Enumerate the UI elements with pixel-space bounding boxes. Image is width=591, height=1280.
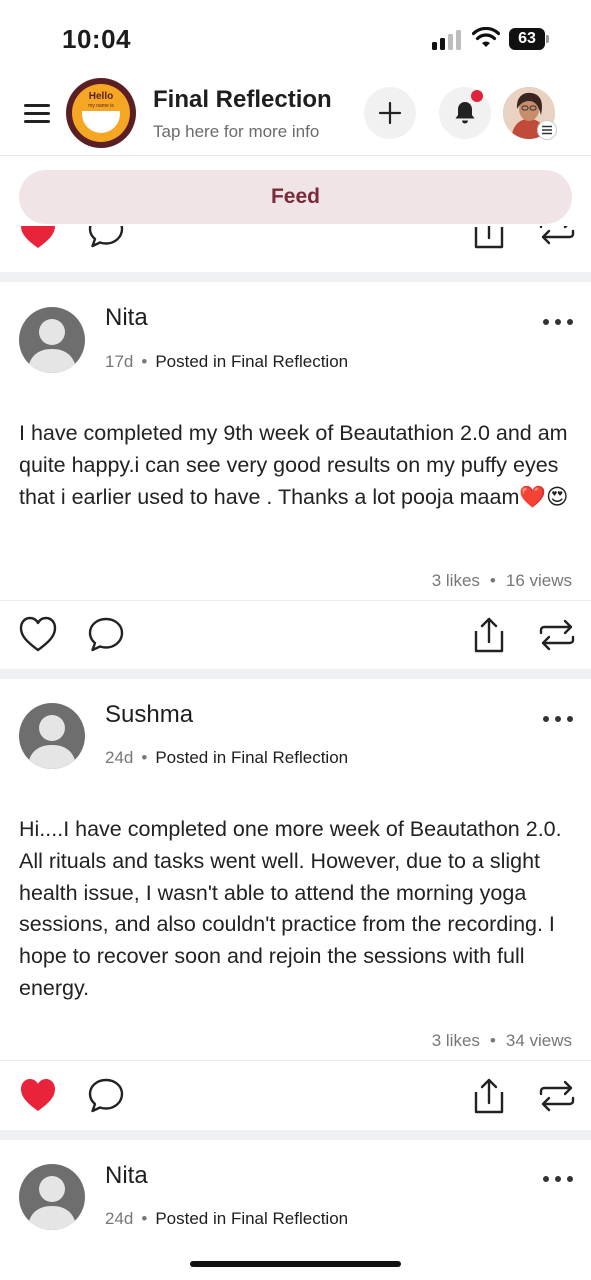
posted-in-label: Posted in xyxy=(155,1209,231,1228)
author-avatar[interactable] xyxy=(19,307,85,373)
post-stats: 3 likes • 34 views xyxy=(432,1031,572,1051)
more-options-icon[interactable] xyxy=(541,319,575,329)
post-separator xyxy=(0,669,591,679)
share-icon[interactable] xyxy=(470,1077,508,1115)
default-user-icon xyxy=(27,1176,77,1230)
author-name[interactable]: Sushma xyxy=(105,701,193,729)
plus-icon xyxy=(378,101,402,125)
profile-menu-icon[interactable] xyxy=(537,120,557,140)
post-card[interactable]: Nita 17d • Posted in Final Reflection I ha… xyxy=(0,282,591,669)
posted-in-label: Posted in xyxy=(155,748,231,767)
comment-icon[interactable] xyxy=(87,1077,125,1115)
likes-count[interactable]: 3 likes xyxy=(432,1031,480,1050)
divider xyxy=(0,600,591,601)
add-post-button[interactable] xyxy=(364,87,416,139)
group-logo-badge: Hello my name is xyxy=(72,84,130,142)
post-stats: 3 likes • 16 views xyxy=(432,571,572,591)
group-header[interactable]: Hello my name is Final Reflection Tap he… xyxy=(0,78,591,156)
author-name[interactable]: Nita xyxy=(105,1162,148,1190)
space-link[interactable]: Final Reflection xyxy=(231,352,348,371)
heart-filled-icon[interactable] xyxy=(19,1077,57,1115)
repost-icon[interactable] xyxy=(538,226,576,248)
logo-subtext: my name is xyxy=(88,103,114,109)
divider xyxy=(0,1060,591,1061)
stats-separator: • xyxy=(489,1031,496,1050)
post-age: 24d xyxy=(105,1209,134,1228)
default-user-icon xyxy=(27,715,77,769)
post-body: Hi....I have completed one more week of … xyxy=(19,817,562,1000)
post-meta: 17d • Posted in Final Reflection xyxy=(105,352,348,372)
views-count: 16 views xyxy=(505,571,572,590)
views-count: 34 views xyxy=(505,1031,572,1050)
group-title[interactable]: Final Reflection xyxy=(153,86,332,114)
home-indicator[interactable] xyxy=(190,1261,401,1267)
cellular-signal-icon xyxy=(432,30,462,50)
meta-separator: • xyxy=(141,748,148,767)
default-user-icon xyxy=(27,319,77,373)
notification-dot xyxy=(471,90,483,102)
tab-feed[interactable]: Feed xyxy=(19,170,572,224)
post-meta: 24d • Posted in Final Reflection xyxy=(105,748,348,768)
post-age: 24d xyxy=(105,748,134,767)
author-name[interactable]: Nita xyxy=(105,304,148,332)
post-age: 17d xyxy=(105,352,134,371)
group-logo[interactable]: Hello my name is xyxy=(66,78,136,148)
share-icon[interactable] xyxy=(470,616,508,654)
comment-icon[interactable] xyxy=(87,616,125,654)
post-card[interactable]: Sushma 24d • Posted in Final Reflection Hi… xyxy=(0,679,591,1130)
bell-icon xyxy=(455,102,475,124)
author-avatar[interactable] xyxy=(19,703,85,769)
logo-text: Hello xyxy=(88,91,114,102)
battery-icon: 63 xyxy=(509,28,545,50)
space-link[interactable]: Final Reflection xyxy=(231,748,348,767)
space-link[interactable]: Final Reflection xyxy=(231,1209,348,1228)
status-time: 10:04 xyxy=(62,24,131,54)
repost-icon[interactable] xyxy=(538,616,576,654)
previous-post-actions xyxy=(0,226,591,271)
repost-icon[interactable] xyxy=(538,1077,576,1115)
posted-in-label: Posted in xyxy=(155,352,231,371)
wifi-icon xyxy=(472,27,500,47)
post-card[interactable]: Nita 24d • Posted in Final Reflection xyxy=(0,1140,591,1280)
post-meta: 24d • Posted in Final Reflection xyxy=(105,1209,348,1229)
status-bar: 10:04 63 xyxy=(0,0,591,78)
more-options-icon[interactable] xyxy=(541,1176,575,1186)
post-body: I have completed my 9th week of Beautath… xyxy=(19,421,569,509)
menu-icon[interactable] xyxy=(24,104,50,124)
meta-separator: • xyxy=(141,1209,148,1228)
heart-filled-icon[interactable] xyxy=(19,226,57,252)
stats-separator: • xyxy=(489,571,496,590)
post-separator xyxy=(0,1130,591,1140)
battery-cap xyxy=(546,35,549,43)
likes-count[interactable]: 3 likes xyxy=(432,571,480,590)
logo-name-tag xyxy=(82,111,120,133)
heart-icon[interactable] xyxy=(19,616,57,654)
share-icon[interactable] xyxy=(470,226,508,250)
comment-icon[interactable] xyxy=(87,226,125,250)
notifications-button[interactable] xyxy=(439,87,491,139)
more-options-icon[interactable] xyxy=(541,716,575,726)
author-avatar[interactable] xyxy=(19,1164,85,1230)
group-info-link[interactable]: Tap here for more info xyxy=(153,122,319,142)
meta-separator: • xyxy=(141,352,148,371)
post-separator xyxy=(0,272,591,282)
